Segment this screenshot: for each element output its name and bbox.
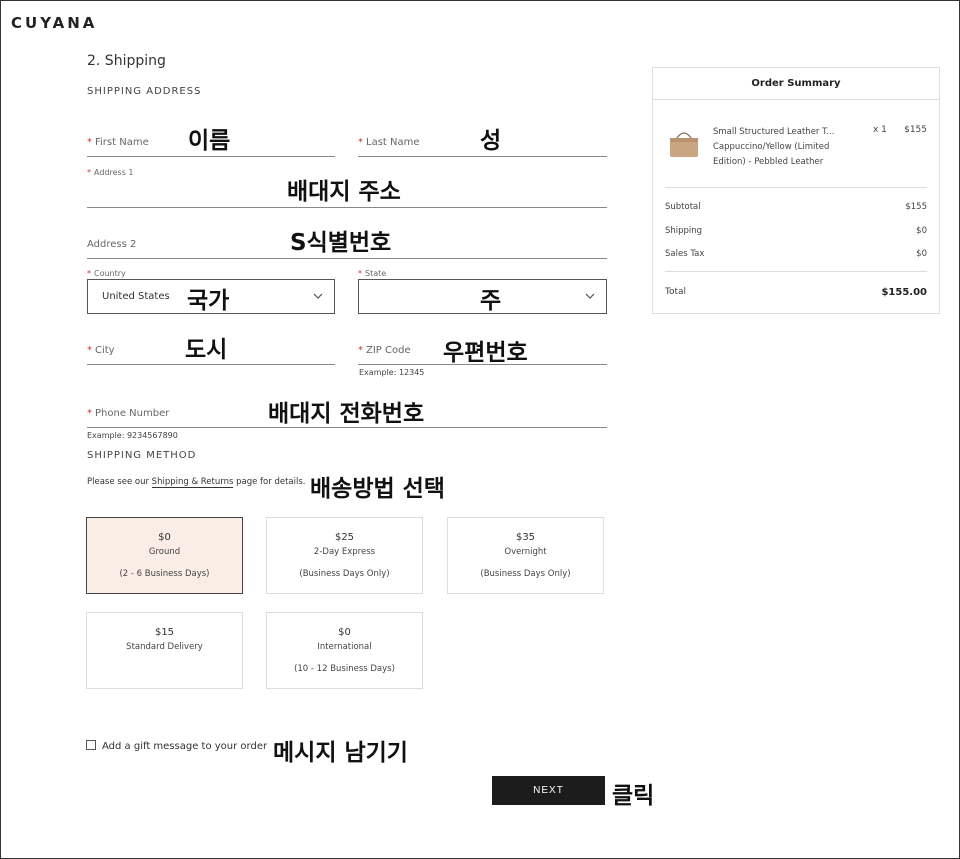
- product-quantity: x 1: [873, 125, 887, 135]
- country-annotation: 국가: [187, 288, 230, 314]
- chevron-down-icon: [585, 293, 595, 299]
- gift-message-option[interactable]: Add a gift message to your order: [86, 740, 267, 752]
- first-name-annotation: 이름: [188, 128, 231, 154]
- brand-logo[interactable]: CUYANA: [11, 14, 97, 32]
- product-name[interactable]: Small Structured Leather T... Cappuccino…: [713, 125, 848, 170]
- address1-annotation: 배대지 주소: [287, 179, 401, 205]
- shipping-method-heading: SHIPPING METHOD: [87, 450, 197, 461]
- shipping-option-2day[interactable]: $25 2-Day Express (Business Days Only): [266, 517, 423, 594]
- shipping-address-heading: SHIPPING ADDRESS: [87, 86, 202, 97]
- address2-annotation: S식별번호: [290, 230, 392, 256]
- country-label: Country: [94, 269, 126, 278]
- shipping-row: Shipping $0: [665, 226, 927, 236]
- last-name-label: Last Name: [366, 137, 420, 148]
- zip-annotation: 우편번호: [443, 340, 528, 366]
- gift-checkbox[interactable]: [86, 740, 96, 750]
- gift-annotation: 메시지 남기기: [273, 740, 408, 766]
- city-label: City: [95, 345, 115, 356]
- phone-label: Phone Number: [95, 408, 170, 419]
- product-bag-image: [670, 132, 698, 157]
- phone-annotation: 배대지 전화번호: [268, 401, 425, 427]
- summary-divider: [665, 271, 927, 272]
- subtotal-row: Subtotal $155: [665, 202, 927, 212]
- product-price: $155: [904, 125, 927, 135]
- address1-label: Address 1: [94, 168, 134, 177]
- city-annotation: 도시: [185, 337, 228, 363]
- order-summary-title: Order Summary: [653, 68, 939, 100]
- next-annotation: 클릭: [612, 783, 655, 809]
- next-button[interactable]: NEXT: [492, 776, 605, 805]
- address2-label: Address 2: [87, 239, 137, 250]
- total-row: Total $155.00: [665, 287, 927, 298]
- shipping-returns-link[interactable]: Shipping & Returns: [151, 477, 234, 488]
- shipping-note: Please see our Shipping & Returns page f…: [87, 477, 306, 488]
- sales-tax-row: Sales Tax $0: [665, 249, 927, 259]
- summary-divider: [665, 187, 927, 188]
- first-name-label: First Name: [95, 137, 149, 148]
- shipping-option-international[interactable]: $0 International (10 - 12 Business Days): [266, 612, 423, 689]
- state-annotation: 주: [480, 288, 502, 314]
- shipping-method-annotation: 배송방법 선택: [310, 476, 445, 502]
- state-label: State: [365, 269, 387, 278]
- last-name-annotation: 성: [480, 128, 502, 154]
- shipping-option-ground[interactable]: $0 Ground (2 - 6 Business Days): [86, 517, 243, 594]
- phone-hint: Example: 9234567890: [87, 431, 178, 440]
- section-title: 2. Shipping: [87, 53, 166, 69]
- chevron-down-icon: [313, 293, 323, 299]
- zip-label: ZIP Code: [366, 345, 411, 356]
- order-summary: Order Summary Small Structured Leather T…: [652, 67, 940, 314]
- gift-label: Add a gift message to your order: [102, 741, 268, 752]
- shipping-option-overnight[interactable]: $35 Overnight (Business Days Only): [447, 517, 604, 594]
- shipping-option-standard[interactable]: $15 Standard Delivery: [86, 612, 243, 689]
- country-value: United States: [102, 291, 170, 302]
- zip-hint: Example: 12345: [359, 368, 425, 377]
